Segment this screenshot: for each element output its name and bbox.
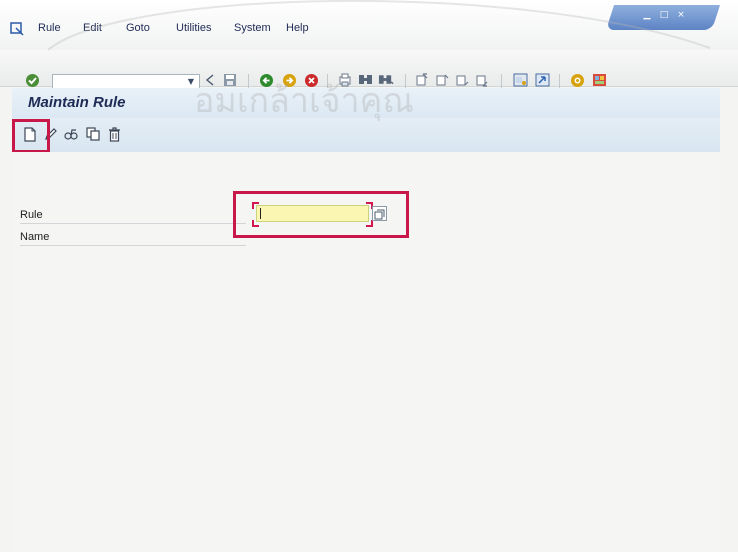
display-icon[interactable] [62, 125, 80, 143]
focus-corner [252, 220, 259, 227]
menu-utilities[interactable]: Utilities [176, 22, 211, 34]
toolbar-separator [501, 74, 502, 88]
cancel-icon[interactable] [303, 72, 319, 88]
next-page-icon[interactable] [454, 72, 470, 88]
menu-icon[interactable] [10, 22, 24, 36]
toolbar-separator [559, 74, 560, 88]
delete-icon[interactable] [105, 125, 123, 143]
toolbar-separator [248, 74, 249, 88]
field-separator [20, 245, 246, 246]
value-help-icon[interactable] [372, 206, 387, 221]
exit-icon[interactable] [281, 72, 297, 88]
focus-corner [252, 202, 259, 209]
page-title: Maintain Rule [28, 94, 126, 111]
field-separator [20, 223, 246, 224]
rule-label: Rule [20, 209, 43, 221]
create-button-highlight [12, 119, 50, 153]
menu-rule[interactable]: Rule [38, 22, 61, 34]
rule-input[interactable] [256, 205, 369, 222]
menu-bar: Rule Edit Goto Utilities System Help ▁ □… [0, 0, 738, 50]
back-icon[interactable] [258, 72, 274, 88]
enter-icon[interactable] [24, 72, 40, 88]
shortcut-icon[interactable] [534, 72, 550, 88]
application-toolbar [12, 118, 720, 153]
maximize-icon[interactable]: □ [655, 8, 673, 21]
focus-corner [366, 220, 373, 227]
last-page-icon[interactable] [474, 72, 490, 88]
new-session-icon[interactable] [512, 72, 528, 88]
chevron-left-icon[interactable] [202, 72, 218, 88]
menu-goto[interactable]: Goto [126, 22, 150, 34]
help-icon[interactable] [569, 72, 585, 88]
toolbar-separator [405, 74, 406, 88]
minimize-icon[interactable]: ▁ [638, 8, 656, 21]
menu-help[interactable]: Help [286, 22, 309, 34]
first-page-icon[interactable] [414, 72, 430, 88]
name-label: Name [20, 231, 50, 243]
layout-menu-icon[interactable] [591, 72, 607, 88]
screen-title-bar: Maintain Rule [12, 88, 720, 118]
print-icon[interactable] [337, 72, 353, 88]
find-icon[interactable] [358, 72, 374, 88]
text-cursor [260, 208, 261, 219]
save-icon[interactable] [222, 72, 238, 88]
find-next-icon[interactable] [378, 72, 394, 88]
menu-system[interactable]: System [234, 22, 271, 34]
previous-page-icon[interactable] [434, 72, 450, 88]
chevron-down-icon[interactable]: ▼ [184, 74, 198, 89]
toolbar-separator [327, 74, 328, 88]
copy-icon[interactable] [84, 125, 102, 143]
close-icon[interactable]: × [672, 8, 690, 21]
menu-edit[interactable]: Edit [83, 22, 102, 34]
